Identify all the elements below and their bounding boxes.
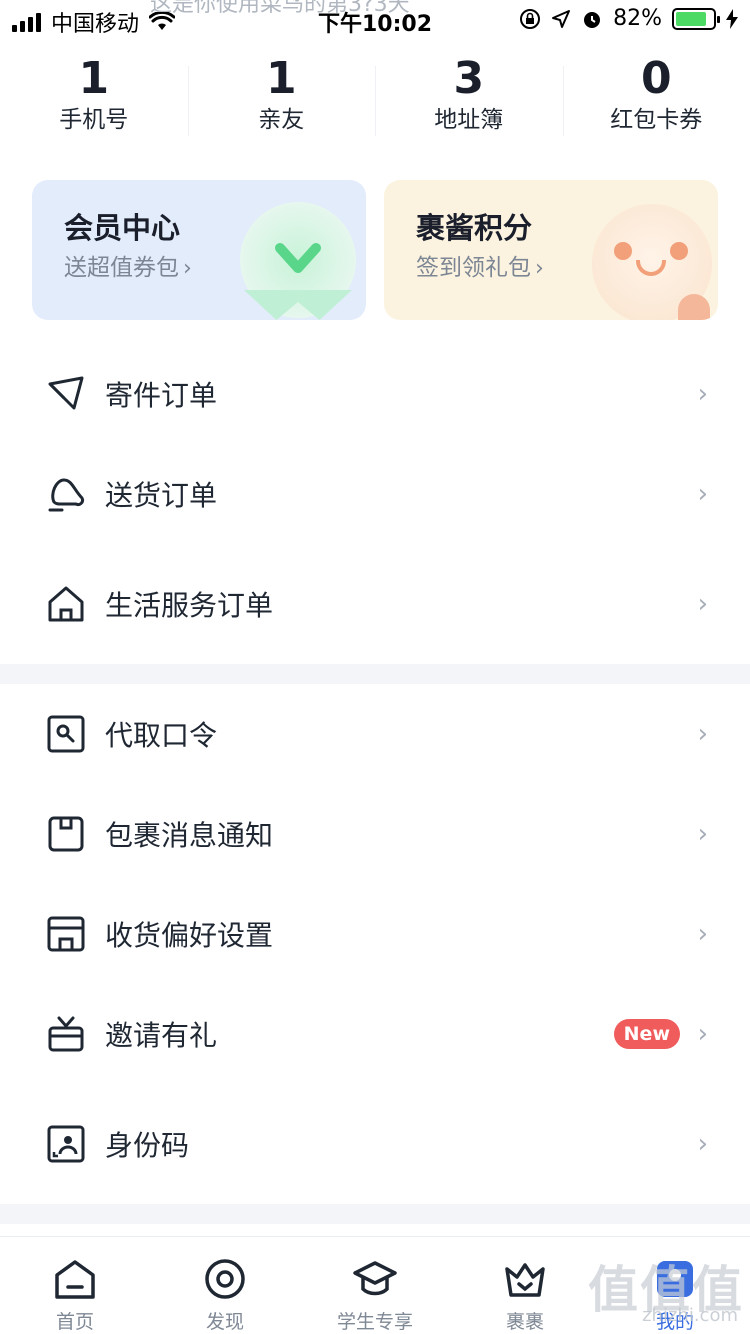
stat-label: 亲友 — [258, 107, 305, 133]
menu-item-life-service-orders[interactable]: 生活服务订单 › — [0, 554, 750, 654]
discover-icon — [205, 1259, 245, 1299]
member-center-card[interactable]: 会员中心 送超值券包 › — [32, 180, 366, 320]
menu-item-identity-code[interactable]: 身份码 › — [0, 1094, 750, 1194]
menu-item-delivery-orders[interactable]: 送货订单 › — [0, 444, 750, 544]
chevron-right-icon: › — [697, 589, 708, 619]
menu-label: 送货订单 — [105, 479, 218, 512]
alarm-icon — [584, 11, 601, 28]
tab-student[interactable]: 学生专享 — [300, 1237, 450, 1334]
orientation-lock-icon — [520, 8, 541, 29]
section-divider — [0, 1204, 750, 1224]
status-right: 82% — [519, 6, 738, 31]
chevron-right-icon: › — [697, 1129, 708, 1159]
charging-icon — [726, 8, 738, 29]
stat-label: 手机号 — [59, 107, 129, 133]
account-stats: 1 手机号 1 亲友 3 地址簿 0 红包卡券 — [0, 52, 750, 148]
stat-label: 红包卡券 — [610, 107, 703, 133]
menu-item-package-notifications[interactable]: 包裹消息通知 › — [0, 784, 750, 884]
chevron-right-icon: › — [697, 479, 708, 509]
stat-value: 1 — [78, 53, 110, 104]
paper-plane-icon — [48, 376, 84, 410]
chevron-right-icon: › — [697, 719, 708, 749]
graduation-cap-icon — [353, 1261, 397, 1296]
promo-cards: 会员中心 送超值券包 › 裹酱积分 签到领礼包 › — [32, 180, 718, 320]
stat-label: 地址簿 — [434, 107, 504, 133]
gift-icon — [48, 1016, 84, 1052]
stat-family[interactable]: 1 亲友 — [187, 52, 376, 148]
menu-item-receive-preferences[interactable]: 收货偏好设置 › — [0, 884, 750, 984]
id-code-icon — [47, 1125, 85, 1163]
battery-icon — [672, 7, 720, 30]
new-badge: New — [613, 1019, 680, 1049]
menu-label: 生活服务订单 — [105, 589, 274, 622]
points-card[interactable]: 裹酱积分 签到领礼包 › — [384, 180, 718, 320]
tab-label: 学生专享 — [336, 1311, 413, 1333]
decoration-dot — [678, 294, 710, 320]
status-bar: 中国移动 下午10:02 82% — [0, 0, 750, 40]
store-icon — [47, 916, 85, 952]
package-icon — [48, 816, 84, 852]
home-tab-icon — [55, 1260, 95, 1299]
tab-discover[interactable]: 发现 — [150, 1237, 300, 1334]
stat-address-book[interactable]: 3 地址簿 — [375, 52, 563, 148]
home-icon — [48, 586, 84, 622]
chevron-right-icon: › — [697, 819, 708, 849]
menu-label: 身份码 — [105, 1129, 190, 1162]
tab-label: 裹裹 — [505, 1311, 544, 1333]
delivery-icon — [48, 478, 84, 512]
chevron-right-icon: › — [697, 919, 708, 949]
stat-value: 1 — [265, 53, 297, 104]
battery-percent: 82% — [613, 6, 662, 31]
heart-icon — [275, 243, 321, 273]
stat-coupons[interactable]: 0 红包卡券 — [562, 52, 750, 148]
chevron-right-icon: › — [535, 256, 544, 281]
crown-icon — [505, 1263, 545, 1297]
menu-item-pickup-code[interactable]: 代取口令 › — [0, 684, 750, 784]
chevron-right-icon: › — [697, 1019, 708, 1049]
menu-label: 代取口令 — [105, 719, 218, 752]
tab-guoguo[interactable]: 裹裹 — [450, 1237, 600, 1334]
tab-home[interactable]: 首页 — [0, 1237, 150, 1334]
section-divider — [0, 664, 750, 684]
tab-label: 首页 — [55, 1311, 94, 1333]
stat-value: 3 — [453, 53, 485, 104]
menu-label: 收货偏好设置 — [105, 919, 274, 952]
tab-label: 发现 — [205, 1311, 244, 1333]
chevron-right-icon: › — [697, 379, 708, 409]
location-icon — [552, 9, 571, 28]
menu-item-send-orders[interactable]: 寄件订单 › — [0, 344, 750, 444]
menu-label: 寄件订单 — [105, 379, 218, 412]
stat-phone[interactable]: 1 手机号 — [0, 52, 188, 148]
chevron-right-icon: › — [183, 256, 192, 281]
menu-label: 包裹消息通知 — [105, 819, 274, 852]
menu-label: 邀请有礼 — [105, 1019, 218, 1052]
menu-item-invite-gift[interactable]: 邀请有礼 New › — [0, 984, 750, 1084]
key-card-icon — [47, 715, 85, 753]
watermark-url: zhizhi.com — [642, 1305, 738, 1326]
stat-value: 0 — [640, 53, 672, 104]
